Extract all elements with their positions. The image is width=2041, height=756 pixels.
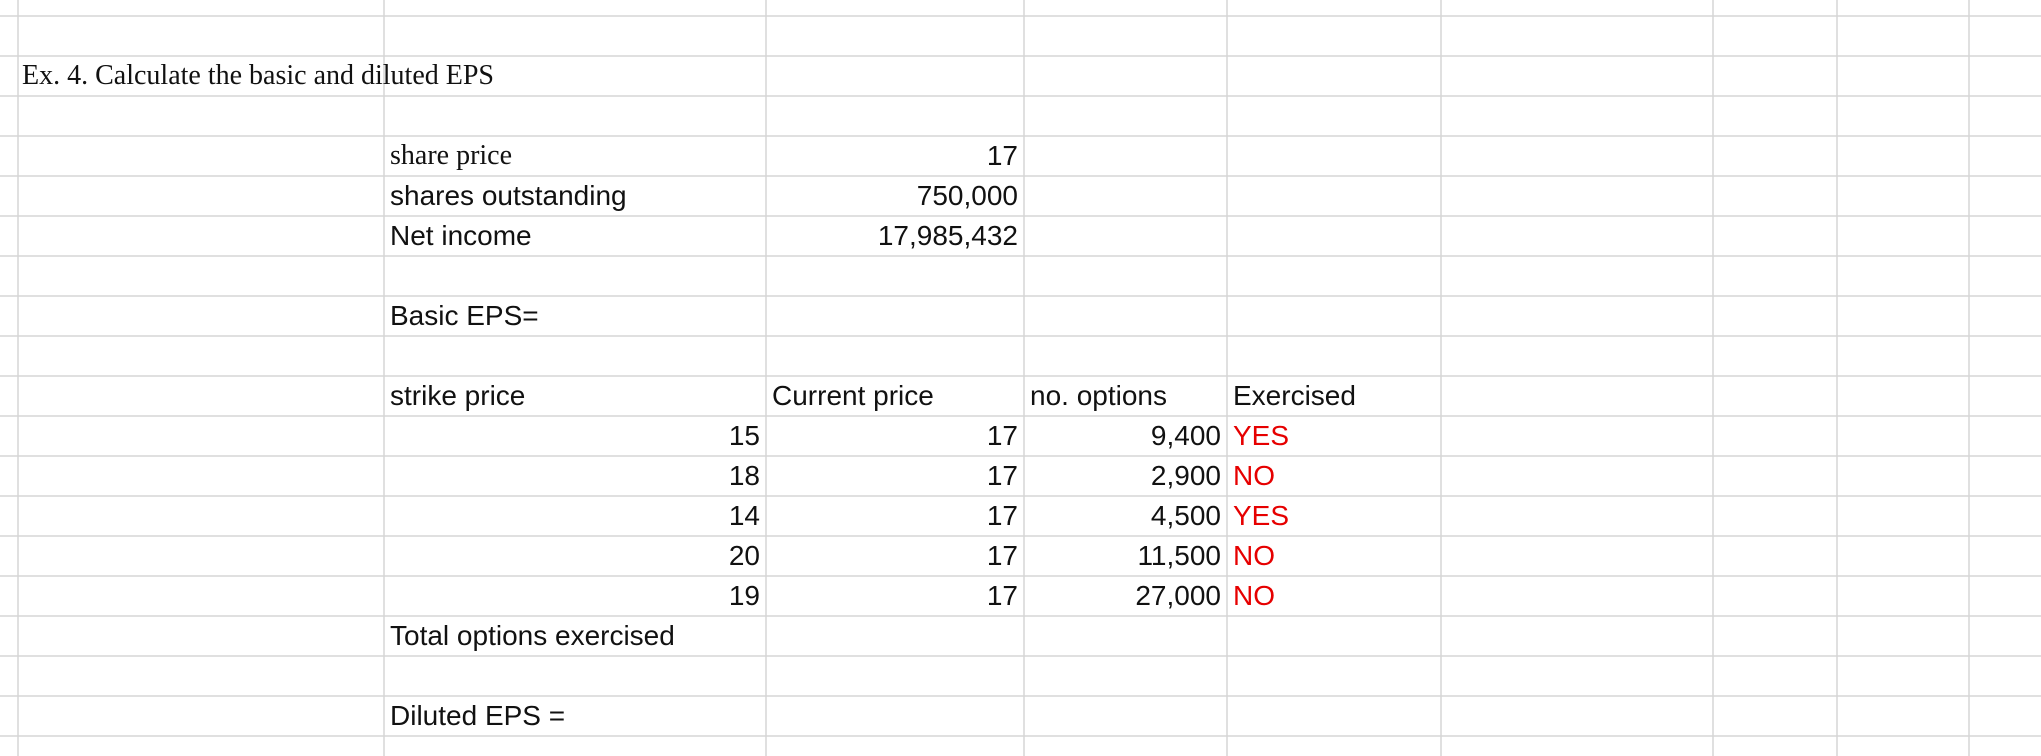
current-price-cell[interactable]: 17	[766, 456, 1024, 496]
share-price-label[interactable]: share price	[384, 136, 512, 176]
diluted-eps-label[interactable]: Diluted EPS =	[384, 696, 565, 736]
current-price-cell[interactable]: 17	[766, 496, 1024, 536]
current-price-cell[interactable]: 17	[766, 576, 1024, 616]
header-strike-price[interactable]: strike price	[384, 376, 525, 416]
shares-outstanding-label[interactable]: shares outstanding	[384, 176, 627, 216]
strike-price-cell[interactable]: 20	[384, 536, 766, 576]
no-options-cell[interactable]: 2,900	[1024, 456, 1227, 496]
exercised-cell[interactable]: YES	[1227, 496, 1289, 536]
exercised-cell[interactable]: YES	[1227, 416, 1289, 456]
no-options-cell[interactable]: 9,400	[1024, 416, 1227, 456]
strike-price-cell[interactable]: 14	[384, 496, 766, 536]
current-price-cell[interactable]: 17	[766, 536, 1024, 576]
strike-price-cell[interactable]: 18	[384, 456, 766, 496]
header-current-price[interactable]: Current price	[766, 376, 934, 416]
net-income-value[interactable]: 17,985,432	[766, 216, 1024, 256]
strike-price-cell[interactable]: 19	[384, 576, 766, 616]
sheet-title[interactable]: Ex. 4. Calculate the basic and diluted E…	[16, 56, 494, 96]
exercised-cell[interactable]: NO	[1227, 536, 1275, 576]
exercised-cell[interactable]: NO	[1227, 456, 1275, 496]
share-price-value[interactable]: 17	[766, 136, 1024, 176]
total-options-exercised-label[interactable]: Total options exercised	[384, 616, 675, 656]
no-options-cell[interactable]: 11,500	[1024, 536, 1227, 576]
cell-grid	[0, 0, 2041, 756]
net-income-label[interactable]: Net income	[384, 216, 532, 256]
current-price-cell[interactable]: 17	[766, 416, 1024, 456]
shares-outstanding-value[interactable]: 750,000	[766, 176, 1024, 216]
no-options-cell[interactable]: 4,500	[1024, 496, 1227, 536]
header-exercised[interactable]: Exercised	[1227, 376, 1356, 416]
no-options-cell[interactable]: 27,000	[1024, 576, 1227, 616]
exercised-cell[interactable]: NO	[1227, 576, 1275, 616]
basic-eps-label[interactable]: Basic EPS=	[384, 296, 539, 336]
strike-price-cell[interactable]: 15	[384, 416, 766, 456]
header-no-options[interactable]: no. options	[1024, 376, 1167, 416]
